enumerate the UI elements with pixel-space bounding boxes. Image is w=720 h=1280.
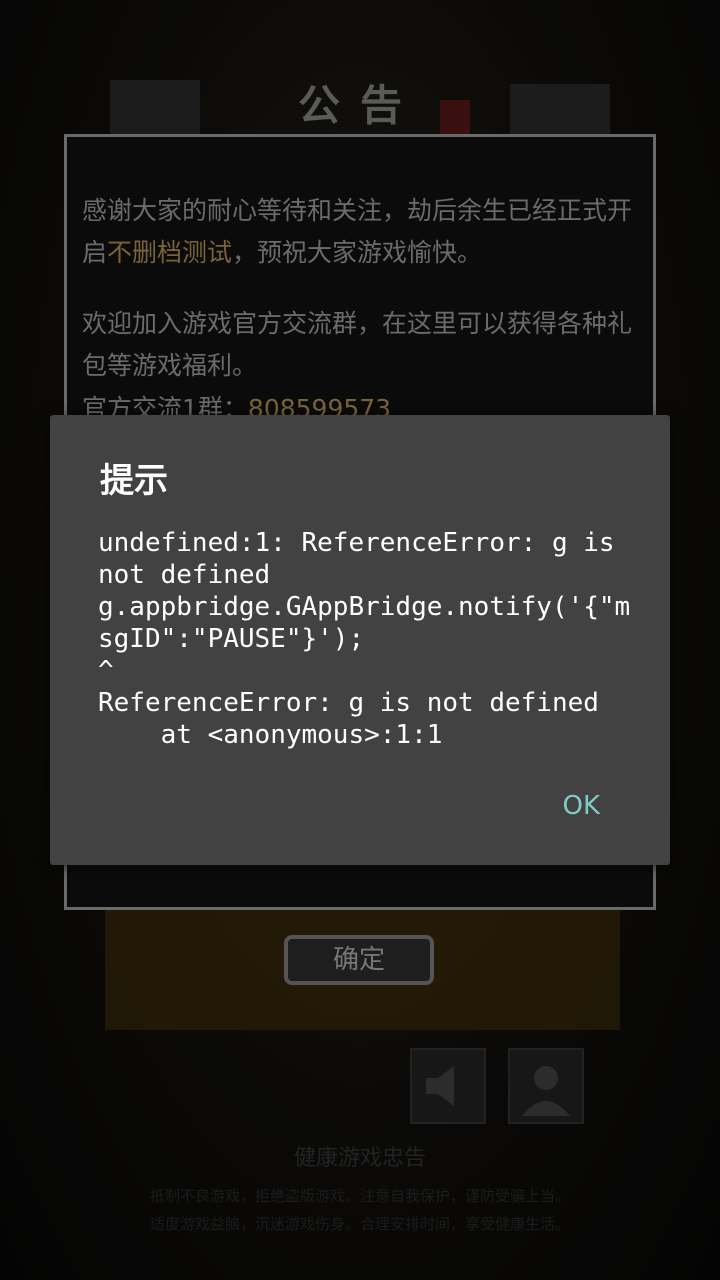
dialog-message: undefined:1: ReferenceError: g is not de… (98, 528, 631, 750)
notice-highlight: 不删档测试 (107, 238, 233, 267)
notice-title: 公告 (297, 81, 422, 130)
notice-text: ，预祝大家游戏愉快。 (232, 238, 483, 267)
health-advice-line: 适度游戏益脑，沉迷游戏伤身。合理安排时间，享受健康生活。 (149, 1215, 570, 1233)
confirm-button[interactable]: 确定 (284, 935, 434, 985)
user-icon[interactable] (508, 1048, 584, 1124)
alert-dialog: 提示 undefined:1: ReferenceError: g is not… (50, 415, 670, 865)
user-icon-graphic (522, 1066, 570, 1116)
dialog-title: 提示 (100, 461, 168, 501)
notice-paragraph-1: 感谢大家的耐心等待和关注，劫后余生已经正式开启不删档测试，预祝大家游戏愉快。 (82, 190, 642, 274)
health-advice-title: 健康游戏忠告 (293, 1146, 426, 1171)
game-screen: 公告 感谢大家的耐心等待和关注，劫后余生已经正式开启不删档测试，预祝大家游戏愉快… (0, 0, 720, 1280)
health-advice-line: 抵制不良游戏，拒绝盗版游戏。注意自我保护，谨防受骗上当。 (149, 1187, 570, 1205)
speaker-icon-graphic (426, 1066, 454, 1106)
ok-button[interactable]: OK (562, 791, 600, 821)
notice-paragraph-2: 欢迎加入游戏官方交流群，在这里可以获得各种礼包等游戏福利。 (82, 309, 633, 380)
speaker-icon[interactable] (410, 1048, 486, 1124)
